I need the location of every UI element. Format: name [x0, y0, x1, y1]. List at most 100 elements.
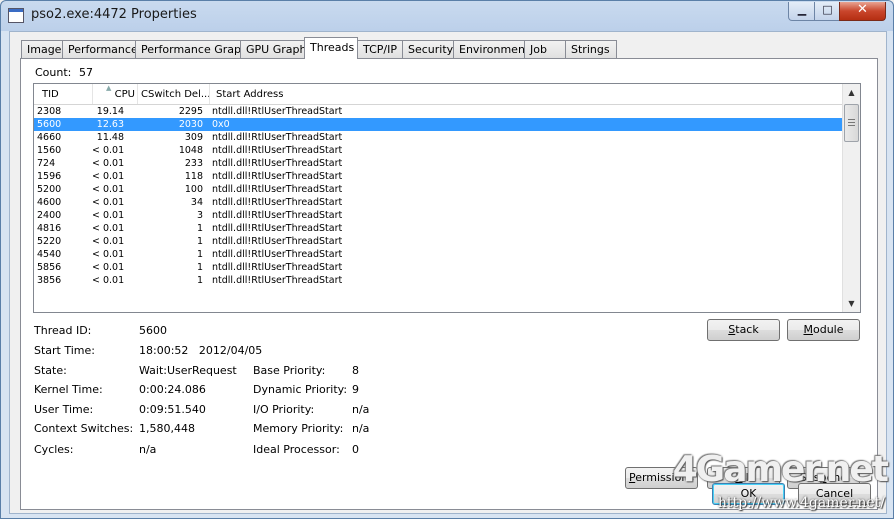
window-title: pso2.exe:4472 Properties — [31, 7, 197, 22]
thread-cpu-cell: < 0.01 — [92, 145, 124, 156]
tab-environment[interactable]: Environment — [453, 40, 529, 58]
user-time-value: 0:09:51.540 — [139, 403, 206, 416]
thread-cswitch-cell: 1 — [196, 249, 203, 260]
thread-start-address-cell: ntdll.dll!RtlUserThreadStart — [212, 184, 343, 195]
thread-tid-cell: 4660 — [37, 132, 62, 143]
tab-tcpip[interactable]: TCP/IP — [357, 40, 403, 58]
thread-start-address-cell: ntdll.dll!RtlUserThreadStart — [212, 145, 343, 156]
thread-row[interactable]: 1596 < 0.01 118 ntdll.dll!RtlUserThreadStar… — [34, 170, 844, 183]
count-label: Count: — [35, 66, 72, 79]
thread-cswitch-cell: 34 — [190, 197, 203, 208]
tab-job[interactable]: Job — [524, 40, 566, 58]
maximize-button[interactable]: □ — [814, 2, 841, 21]
thread-tid-cell: 5600 — [37, 119, 62, 130]
tab-security[interactable]: Security — [402, 40, 454, 58]
stack-button[interactable]: Stack — [707, 319, 780, 341]
thread-cpu-cell: < 0.01 — [92, 249, 124, 260]
memory-priority-value: n/a — [352, 422, 370, 435]
thread-cswitch-cell: 1 — [196, 223, 203, 234]
thread-tid-cell: 4816 — [37, 223, 62, 234]
close-button[interactable]: ✕ — [839, 2, 886, 21]
thread-start-address-cell: ntdll.dll!RtlUserThreadStart — [212, 132, 343, 143]
thread-id-value: 5600 — [139, 324, 167, 337]
app-window-icon — [8, 8, 24, 23]
list-header: TID CPU ▲ CSwitch Del... Start Address — [34, 84, 846, 105]
properties-window: pso2.exe:4472 Properties ▁ □ ✕ Image Per… — [0, 0, 894, 519]
thread-tid-cell: 1596 — [37, 171, 62, 182]
thread-cpu-cell: < 0.01 — [92, 210, 124, 221]
thread-cpu-cell: 19.14 — [96, 106, 124, 117]
base-priority-label: Base Priority: — [253, 364, 326, 377]
thread-row[interactable]: 5200 < 0.01 100 ntdll.dll!RtlUserThreadStar… — [34, 183, 844, 196]
thread-tid-cell: 5856 — [37, 262, 62, 273]
thread-tid-cell: 4600 — [37, 197, 62, 208]
thread-start-address-cell: ntdll.dll!RtlUserThreadStart — [212, 262, 343, 273]
thread-tid-cell: 724 — [37, 158, 56, 169]
dialog-client-area: Image Performance Performance Graph GPU … — [9, 31, 887, 514]
start-time-value: 18:00:52 2012/04/05 — [139, 344, 263, 357]
thread-cswitch-cell: 1 — [196, 236, 203, 247]
context-switches-value: 1,580,448 — [139, 422, 195, 435]
thread-row[interactable]: 4816 < 0.01 1 ntdll.dll!RtlUserThreadStart — [34, 222, 844, 235]
ideal-processor-label: Ideal Processor: — [253, 443, 340, 456]
column-header-start-address[interactable]: Start Address — [210, 84, 852, 104]
cycles-value: n/a — [139, 443, 157, 456]
io-priority-label: I/O Priority: — [253, 403, 315, 416]
thread-start-address-cell: ntdll.dll!RtlUserThreadStart — [212, 210, 343, 221]
column-header-cpu[interactable]: CPU — [93, 84, 138, 104]
thread-cpu-cell: < 0.01 — [92, 158, 124, 169]
cycles-label: Cycles: — [34, 443, 74, 456]
thread-cswitch-cell: 2295 — [178, 106, 203, 117]
thread-tid-cell: 5220 — [37, 236, 62, 247]
thread-cpu-cell: < 0.01 — [92, 197, 124, 208]
threads-list[interactable]: TID CPU ▲ CSwitch Del... Start Address 2… — [33, 83, 861, 313]
minimize-button[interactable]: ▁ — [788, 2, 816, 21]
thread-row[interactable]: 4660 11.48 309 ntdll.dll!RtlUserThreadStart — [34, 131, 844, 144]
thread-row[interactable]: 5220 < 0.01 1 ntdll.dll!RtlUserThreadStart — [34, 235, 844, 248]
thread-start-address-cell: ntdll.dll!RtlUserThreadStart — [212, 275, 343, 286]
tab-image[interactable]: Image — [21, 40, 63, 58]
thread-tid-cell: 2400 — [37, 210, 62, 221]
tab-performance-graph[interactable]: Performance Graph — [135, 40, 248, 58]
tab-threads[interactable]: Threads — [304, 37, 358, 59]
thread-row[interactable]: 2308 19.14 2295 ntdll.dll!RtlUserThreadStar… — [34, 105, 844, 118]
thread-row[interactable]: 3856 < 0.01 1 ntdll.dll!RtlUserThreadStart — [34, 274, 844, 287]
permissions-button[interactable]: Permissions — [625, 467, 698, 489]
thread-row[interactable]: 5856 < 0.01 1 ntdll.dll!RtlUserThreadStart — [34, 261, 844, 274]
column-header-tid[interactable]: TID — [34, 84, 93, 104]
module-button[interactable]: Module — [787, 319, 860, 341]
thread-cswitch-cell: 100 — [184, 184, 203, 195]
column-header-cswitch-delta[interactable]: CSwitch Del... — [138, 84, 210, 104]
scroll-down-icon[interactable]: ▼ — [843, 295, 860, 312]
title-bar[interactable]: pso2.exe:4472 Properties ▁ □ ✕ — [1, 1, 893, 29]
cancel-button[interactable]: Cancel — [798, 483, 871, 505]
thread-row[interactable]: 4540 < 0.01 1 ntdll.dll!RtlUserThreadStart — [34, 248, 844, 261]
thread-cswitch-cell: 1048 — [178, 145, 203, 156]
tab-performance[interactable]: Performance — [62, 40, 138, 58]
io-priority-value: n/a — [352, 403, 370, 416]
thread-start-address-cell: ntdll.dll!RtlUserThreadStart — [212, 236, 343, 247]
kernel-time-value: 0:00:24.086 — [139, 383, 206, 396]
kernel-time-label: Kernel Time: — [34, 383, 103, 396]
scroll-up-icon[interactable]: ▲ — [843, 84, 860, 101]
count-value: 57 — [79, 66, 93, 79]
tab-strings[interactable]: Strings — [565, 40, 617, 58]
ok-button[interactable]: OK — [712, 483, 785, 505]
tab-gpu-graph[interactable]: GPU Graph — [240, 40, 306, 58]
thread-row[interactable]: 4600 < 0.01 34 ntdll.dll!RtlUserThreadStart — [34, 196, 844, 209]
vertical-scrollbar[interactable]: ▲ ▼ — [842, 84, 860, 312]
thread-cpu-cell: < 0.01 — [92, 236, 124, 247]
thread-row[interactable]: 2400 < 0.01 3 ntdll.dll!RtlUserThreadStart — [34, 209, 844, 222]
thread-cpu-cell: < 0.01 — [92, 223, 124, 234]
thread-id-label: Thread ID: — [34, 324, 92, 337]
scroll-thumb[interactable] — [844, 104, 859, 142]
state-value: Wait:UserRequest — [139, 364, 237, 377]
thread-row[interactable]: 724 < 0.01 233 ntdll.dll!RtlUserThreadStart — [34, 157, 844, 170]
thread-row[interactable]: 1560 < 0.01 1048 ntdll.dll!RtlUserThreadSta… — [34, 144, 844, 157]
thread-start-address-cell: ntdll.dll!RtlUserThreadStart — [212, 158, 343, 169]
thread-cswitch-cell: 309 — [184, 132, 203, 143]
thread-start-address-cell: ntdll.dll!RtlUserThreadStart — [212, 106, 343, 117]
thread-tid-cell: 3856 — [37, 275, 62, 286]
thread-start-address-cell: ntdll.dll!RtlUserThreadStart — [212, 171, 343, 182]
thread-row[interactable]: 5600 12.63 2030 0x0 — [34, 118, 844, 131]
